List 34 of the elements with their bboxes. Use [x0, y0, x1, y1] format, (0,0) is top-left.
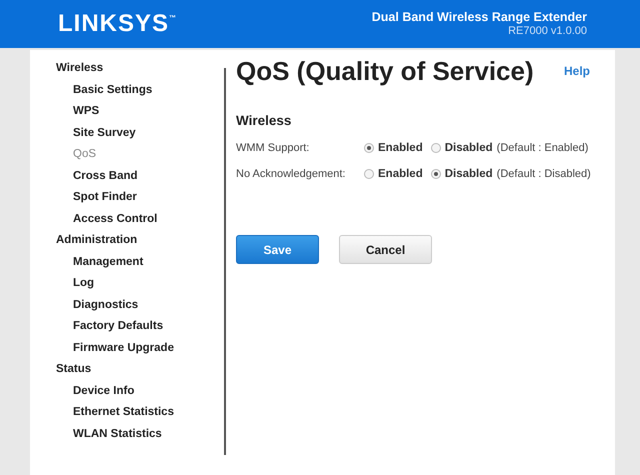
sidebar-item[interactable]: Log [56, 273, 224, 294]
cancel-button[interactable]: Cancel [339, 235, 432, 264]
sidebar-item[interactable]: Ethernet Statistics [56, 402, 224, 424]
default-note: (Default : Enabled) [496, 141, 588, 156]
sidebar-item[interactable]: Factory Defaults [56, 316, 224, 338]
product-name: Dual Band Wireless Range Extender [372, 11, 587, 25]
radio-option[interactable]: Disabled [430, 166, 493, 183]
model-version: RE7000 v1.0.00 [507, 24, 587, 37]
sidebar-item[interactable]: WPS [56, 101, 224, 122]
sidebar-section-heading: Administration [56, 233, 138, 248]
linksys-logo: LINKSYS$^{™}$ [58, 9, 178, 39]
default-note: (Default : Disabled) [496, 167, 591, 182]
sidebar-item[interactable]: Site Survey [56, 122, 224, 144]
sidebar-section-heading: Status [56, 362, 92, 377]
sidebar-item[interactable]: Basic Settings [56, 80, 224, 101]
radio-option[interactable]: Enabled [364, 166, 423, 183]
sidebar-item[interactable]: Cross Band [56, 166, 224, 187]
radio-option[interactable]: Enabled [364, 140, 423, 157]
setting-label: No Acknowledgement: [236, 167, 346, 182]
radio-option[interactable]: Disabled [430, 140, 493, 157]
help-link[interactable]: Help [564, 62, 590, 80]
sidebar-item[interactable]: Management [56, 252, 224, 273]
setting-label: WMM Support: [236, 141, 310, 156]
save-button[interactable]: Save [236, 235, 319, 264]
sidebar-item[interactable]: Firmware Upgrade [56, 338, 224, 359]
sidebar-item[interactable]: WLAN Statistics [56, 424, 224, 445]
sidebar-item[interactable]: QoS [56, 144, 224, 166]
sidebar-item[interactable]: Diagnostics [56, 294, 224, 316]
page-title: QoS (Quality of Service) [236, 55, 534, 88]
sidebar-item[interactable]: Access Control [56, 208, 224, 230]
sidebar-item[interactable]: Spot Finder [56, 187, 224, 208]
sidebar-item[interactable]: Device Info [56, 380, 224, 402]
sidebar-section-heading: Wireless [56, 61, 104, 76]
section-heading: Wireless [236, 112, 292, 130]
